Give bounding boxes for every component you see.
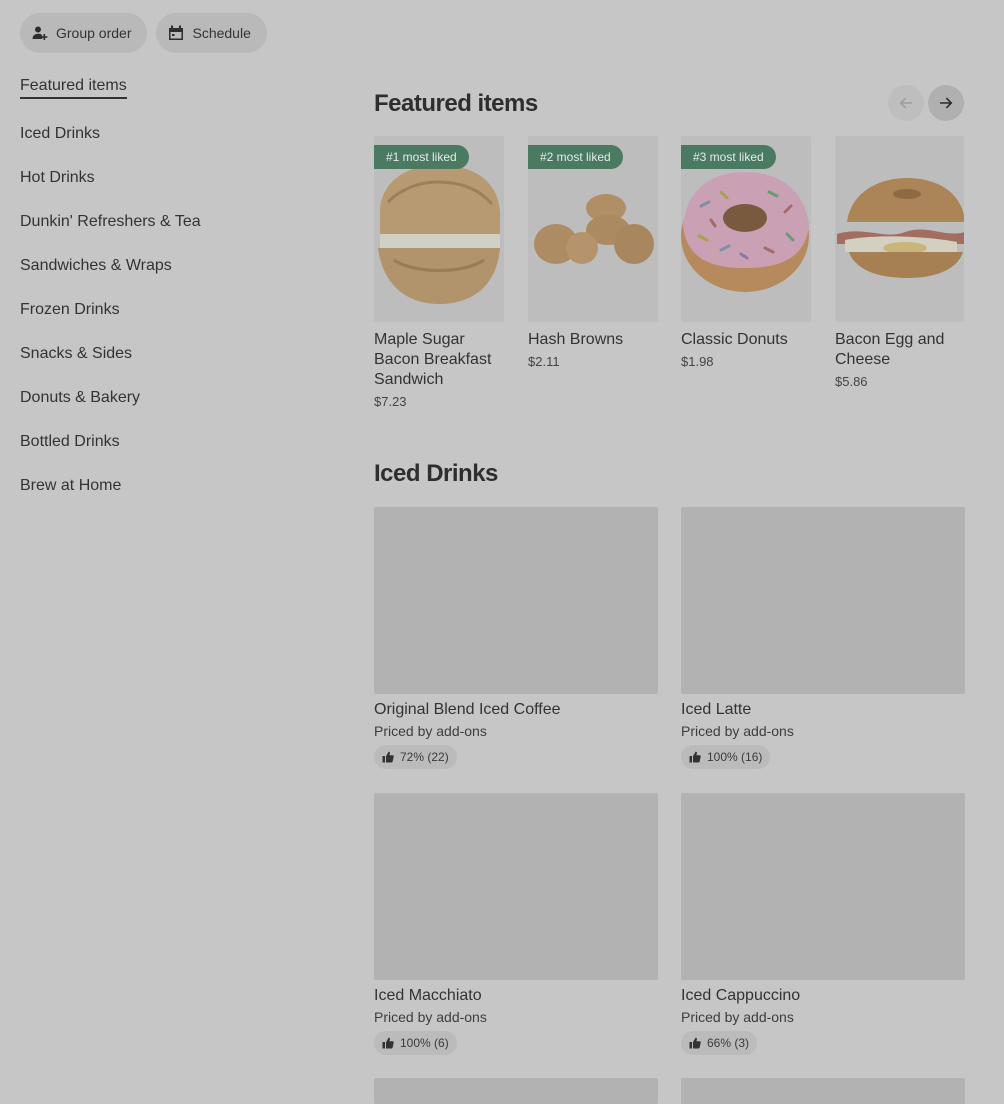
sidebar-item-featured-items[interactable]: Featured items <box>20 75 127 99</box>
menu-content: Featured items #1 most liked Maple Sugar… <box>374 84 965 1104</box>
rating-text: 100% (6) <box>400 1036 449 1050</box>
featured-item-name: Hash Browns <box>528 331 624 348</box>
sidebar-item-snacks-sides[interactable]: Snacks & Sides <box>20 343 280 387</box>
featured-title: Featured items <box>374 90 538 117</box>
rating-text: 66% (3) <box>707 1036 750 1050</box>
menu-item-card[interactable] <box>681 1078 965 1104</box>
sidebar-item-frozen-drinks[interactable]: Frozen Drinks <box>20 299 280 343</box>
bagel-sandwich-image <box>837 178 964 278</box>
menu-item-card[interactable]: Original Blend Iced Coffee Priced by add… <box>374 507 658 769</box>
thumbs-up-icon <box>382 1037 394 1049</box>
menu-item-card[interactable]: Iced Latte Priced by add-ons 100% (16) <box>681 507 965 769</box>
rating-text: 100% (16) <box>707 750 763 764</box>
featured-item-card[interactable]: Bacon Egg and Cheese $5.86 <box>835 136 964 389</box>
featured-item-card[interactable]: #3 most liked Classic Donuts $1.98 <box>681 136 811 369</box>
menu-item-card[interactable]: Iced Macchiato Priced by add-ons 100% (6… <box>374 793 658 1055</box>
thumbs-up-icon <box>382 751 394 763</box>
menu-item-name: Iced Latte <box>681 701 752 718</box>
menu-item-image <box>374 507 658 694</box>
featured-item-card[interactable]: #1 most liked Maple Sugar Bacon Breakfas… <box>374 136 504 409</box>
rating-badge: 66% (3) <box>681 1031 758 1055</box>
rating-badge: 72% (22) <box>374 745 457 769</box>
schedule-button[interactable]: Schedule <box>156 13 267 53</box>
thumbs-up-icon <box>689 751 701 763</box>
most-liked-badge: #3 most liked <box>681 145 776 169</box>
sidebar-item-bottled-drinks[interactable]: Bottled Drinks <box>20 431 280 475</box>
featured-item-price: $2.11 <box>528 354 560 369</box>
order-options: Group order Schedule <box>20 13 267 53</box>
calendar-icon <box>169 25 184 40</box>
most-liked-badge: #2 most liked <box>528 145 623 169</box>
carousel-prev-button[interactable] <box>888 85 924 121</box>
menu-item-name: Iced Macchiato <box>374 987 482 1004</box>
featured-item-price: $5.86 <box>835 374 868 389</box>
sidebar-item-brew-at-home[interactable]: Brew at Home <box>20 475 280 519</box>
featured-item-name: Bacon Egg and Cheese <box>835 331 945 368</box>
menu-item-name: Original Blend Iced Coffee <box>374 701 561 718</box>
group-order-button[interactable]: Group order <box>20 13 148 53</box>
menu-item-price-note: Priced by add-ons <box>681 723 794 739</box>
featured-item-image <box>835 136 964 322</box>
menu-item-image <box>681 793 965 980</box>
sidebar-item-hot-drinks[interactable]: Hot Drinks <box>20 167 280 211</box>
schedule-label: Schedule <box>192 25 251 41</box>
menu-item-image <box>681 507 965 694</box>
rating-text: 72% (22) <box>400 750 449 764</box>
sidebar-item-refreshers-tea[interactable]: Dunkin' Refreshers & Tea <box>20 211 280 255</box>
iced-drinks-title: Iced Drinks <box>374 460 498 487</box>
featured-header: Featured items <box>374 84 964 124</box>
featured-item-name: Maple Sugar Bacon Breakfast Sandwich <box>374 331 492 388</box>
featured-item-image: #3 most liked <box>681 136 811 322</box>
menu-item-price-note: Priced by add-ons <box>374 723 487 739</box>
featured-item-image: #1 most liked <box>374 136 504 322</box>
arrow-right-icon <box>940 97 953 109</box>
menu-item-name: Iced Cappuccino <box>681 987 801 1004</box>
most-liked-badge: #1 most liked <box>374 145 469 169</box>
arrow-left-icon <box>899 97 912 109</box>
menu-item-image <box>681 1078 965 1104</box>
menu-item-card[interactable] <box>374 1078 658 1104</box>
person-add-icon <box>32 26 48 40</box>
menu-item-image <box>374 1078 658 1104</box>
rating-badge: 100% (6) <box>374 1031 457 1055</box>
featured-item-image: #2 most liked <box>528 136 658 322</box>
featured-item-price: $7.23 <box>374 394 407 409</box>
featured-item-price: $1.98 <box>681 354 714 369</box>
menu-item-card[interactable]: Iced Cappuccino Priced by add-ons 66% (3… <box>681 793 965 1055</box>
group-order-label: Group order <box>56 25 132 41</box>
carousel-next-button[interactable] <box>928 85 964 121</box>
sidebar-item-sandwiches-wraps[interactable]: Sandwiches & Wraps <box>20 255 280 299</box>
category-nav: Featured items Iced Drinks Hot Drinks Du… <box>20 75 280 519</box>
menu-item-price-note: Priced by add-ons <box>374 1009 487 1025</box>
rating-badge: 100% (16) <box>681 745 771 769</box>
sidebar-item-donuts-bakery[interactable]: Donuts & Bakery <box>20 387 280 431</box>
featured-carousel: #1 most liked Maple Sugar Bacon Breakfas… <box>374 136 964 426</box>
thumbs-up-icon <box>689 1037 701 1049</box>
carousel-controls <box>888 85 964 121</box>
menu-item-price-note: Priced by add-ons <box>681 1009 794 1025</box>
featured-item-card[interactable]: #2 most liked Hash Browns $2.11 <box>528 136 658 369</box>
featured-item-name: Classic Donuts <box>681 331 788 348</box>
sidebar-item-iced-drinks[interactable]: Iced Drinks <box>20 123 280 167</box>
menu-item-image <box>374 793 658 980</box>
